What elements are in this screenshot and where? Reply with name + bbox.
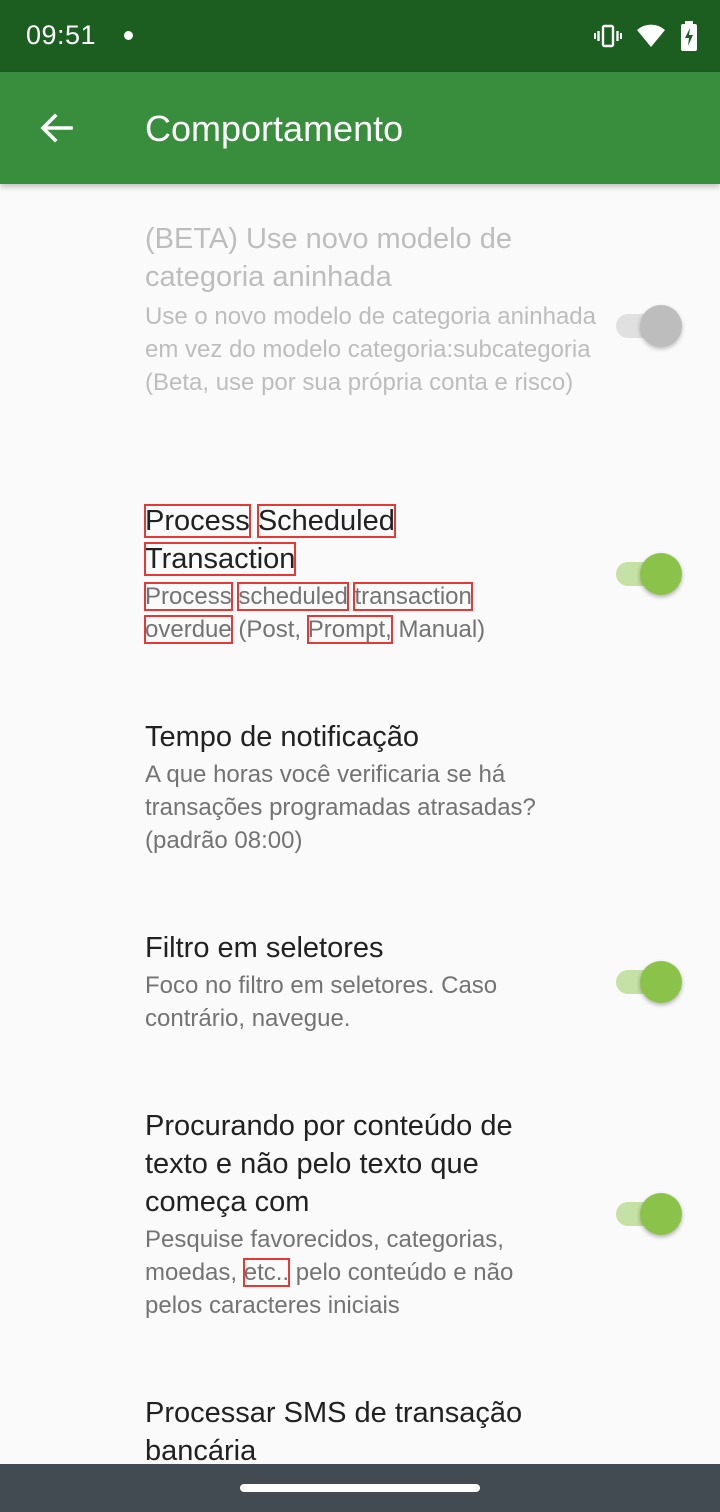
app-bar: Comportamento <box>0 72 720 184</box>
title-word: Process <box>144 504 251 538</box>
pref-summary: Pesquise favorecidos, categorias, moedas… <box>145 1223 575 1322</box>
pref-summary: Process scheduled transaction overdue (P… <box>144 580 600 646</box>
pref-process-scheduled-transaction[interactable]: Process Scheduled Transaction Process sc… <box>0 502 720 662</box>
summary-word: overdue <box>144 615 233 644</box>
pref-title: Processar SMS de transação bancária <box>145 1397 523 1464</box>
vibrate-icon <box>594 22 622 50</box>
switch-thumb <box>640 961 682 1003</box>
pref-title: Tempo de notificação <box>145 721 420 753</box>
page-title: Comportamento <box>145 108 404 149</box>
summary-word: Manual) <box>398 616 486 643</box>
pref-summary: Use o novo modelo de categoria aninhada … <box>145 303 596 396</box>
pref-title: Filtro em seletores <box>145 932 384 964</box>
pref-nested-category[interactable]: (BETA) Use novo modelo de categoria anin… <box>0 220 720 450</box>
summary-word: transaction <box>353 582 473 611</box>
wifi-icon <box>636 23 666 49</box>
navigation-bar <box>0 1464 720 1512</box>
pref-filter-selectors[interactable]: Filtro em seletores Foco no filtro em se… <box>0 929 720 1049</box>
summary-word: scheduled <box>237 582 349 611</box>
pref-summary: Foco no filtro em seletores. Caso contrá… <box>145 972 498 1032</box>
pref-title: Procurando por conteúdo de texto e não p… <box>145 1110 513 1218</box>
process-scheduled-switch[interactable] <box>616 552 682 596</box>
title-word: Transaction <box>143 542 297 576</box>
status-bar: 09:51 <box>0 0 720 72</box>
summary-word: etc.. <box>242 1258 291 1287</box>
pref-title: (BETA) Use novo modelo de categoria anin… <box>145 223 512 293</box>
summary-word: (Post, <box>238 616 302 643</box>
home-gesture-handle[interactable] <box>240 1484 480 1492</box>
battery-charging-icon <box>680 21 698 51</box>
arrow-back-icon <box>40 113 73 143</box>
pref-summary: A que horas você verificaria se há trans… <box>145 761 536 854</box>
status-icons <box>594 20 698 52</box>
pref-search-content[interactable]: Procurando por conteúdo de texto e não p… <box>0 1107 720 1327</box>
title-word: Scheduled <box>256 504 396 538</box>
switch-thumb <box>640 305 682 347</box>
pref-notification-time[interactable]: Tempo de notificação A que horas você ve… <box>0 718 720 868</box>
status-time: 09:51 <box>26 20 97 50</box>
screen: 09:51 Comportamento (BETA) Use novo mode… <box>0 0 720 1512</box>
switch-thumb <box>640 1193 682 1235</box>
switch-thumb <box>640 553 682 595</box>
summary-word: Prompt, <box>306 615 393 644</box>
pref-process-sms[interactable]: Processar SMS de transação bancária <box>0 1394 720 1464</box>
pref-title: Process Scheduled Transaction <box>143 502 600 578</box>
back-button[interactable] <box>24 96 88 160</box>
notification-dot-icon <box>124 31 133 40</box>
filter-selectors-switch[interactable] <box>616 960 682 1004</box>
summary-word: Process <box>144 582 233 611</box>
search-content-switch[interactable] <box>616 1192 682 1236</box>
nested-category-switch[interactable] <box>616 304 682 348</box>
